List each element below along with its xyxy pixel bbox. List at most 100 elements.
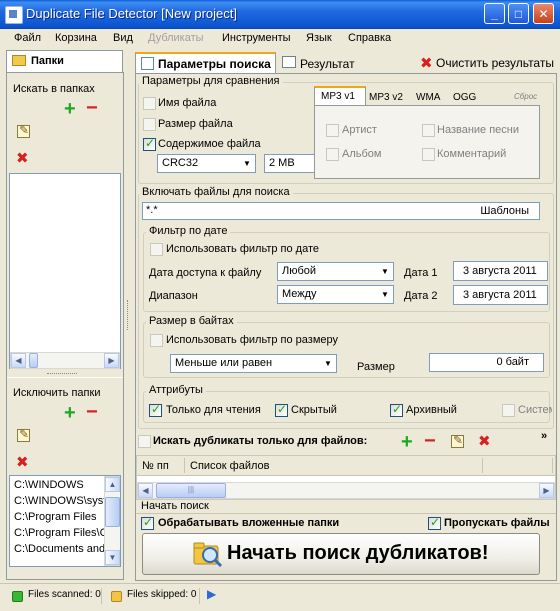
menu-view[interactable]: Вид <box>113 32 133 44</box>
col-no-header[interactable]: № пп <box>142 460 169 472</box>
play-icon[interactable]: ▶ <box>207 587 216 601</box>
list-item[interactable]: C:\Program Files <box>14 511 97 523</box>
filesize-checkbox[interactable] <box>143 118 156 131</box>
menu-file[interactable]: Файл <box>14 32 41 44</box>
minimize-button[interactable]: _ <box>484 3 505 24</box>
exclude-folders-list[interactable]: C:\WINDOWS C:\WINDOWS\syst C:\Program Fi… <box>9 475 121 567</box>
edit-file-icon[interactable] <box>451 433 464 448</box>
vertical-splitter[interactable] <box>127 300 131 330</box>
clear-icon: ✖ <box>420 55 433 72</box>
artist-label: Артист <box>342 124 377 136</box>
tab-search-params[interactable]: Параметры поиска <box>135 52 276 74</box>
search-folders-list[interactable]: ◀ ▶ <box>9 173 121 369</box>
filecontent-checkbox[interactable] <box>143 136 156 151</box>
more-chevron-icon[interactable]: » <box>541 430 547 442</box>
skip-files-checkbox[interactable] <box>428 515 441 530</box>
date2-value: 3 августа 2011 <box>463 289 537 301</box>
size-filter-checkbox[interactable] <box>150 334 163 347</box>
menu-tools[interactable]: Инструменты <box>222 32 291 44</box>
comment-label: Комментарий <box>437 148 507 160</box>
date1-input[interactable]: 3 августа 2011 <box>453 261 548 281</box>
search-folders-hscroll[interactable]: ◀ ▶ <box>10 352 120 369</box>
tab-mp3v2[interactable]: MP3 v2 <box>369 92 403 103</box>
subfolders-checkbox[interactable] <box>141 515 154 530</box>
menu-duplicates[interactable]: Дубликаты <box>148 32 204 44</box>
archive-checkbox[interactable] <box>390 402 403 417</box>
remove-file-icon[interactable]: − <box>424 431 436 451</box>
list-item[interactable]: C:\Program Files\C <box>14 527 108 539</box>
table-icon <box>282 56 296 68</box>
reset-link[interactable]: Сброс <box>514 92 537 101</box>
chevron-down-icon: ▼ <box>324 359 332 368</box>
clear-files-icon[interactable]: ✖ <box>478 432 491 450</box>
add-folder-icon[interactable]: + <box>64 99 76 119</box>
list-item[interactable]: C:\WINDOWS <box>14 479 84 491</box>
access-date-select[interactable]: Любой ▼ <box>277 262 394 281</box>
tab-wma[interactable]: WMA <box>416 92 440 103</box>
files-table[interactable]: № пп Список файлов ◀ ||| ▶ <box>136 455 556 500</box>
app-icon <box>5 6 23 24</box>
date-filter-checkbox[interactable] <box>150 243 163 256</box>
exclude-vscroll[interactable]: ▲ ▼ <box>104 476 120 566</box>
size-label: Размер <box>357 361 395 373</box>
folder-icon <box>12 55 26 66</box>
algorithm-select[interactable]: CRC32 ▼ <box>157 154 256 173</box>
title-bar[interactable]: Duplicate File Detector [New project] _ … <box>0 0 560 29</box>
add-file-icon[interactable]: + <box>401 432 413 452</box>
hidden-checkbox[interactable] <box>275 402 288 417</box>
remove-exclude-icon[interactable]: − <box>86 402 98 422</box>
files-scanned-text: Files scanned: 0 <box>28 589 101 600</box>
filename-checkbox[interactable] <box>143 97 156 110</box>
edit-folder-icon[interactable] <box>17 123 30 138</box>
range-label: Диапазон <box>149 290 198 302</box>
artist-checkbox[interactable] <box>326 124 339 137</box>
size-input[interactable]: 0 байт <box>429 353 544 372</box>
tab-folders[interactable]: Папки <box>6 50 123 73</box>
system-checkbox[interactable] <box>502 404 515 417</box>
tab-ogg[interactable]: OGG <box>453 92 476 103</box>
tab-folders-label: Папки <box>31 55 64 67</box>
menu-language[interactable]: Язык <box>306 32 332 44</box>
status-bar: Files scanned: 0 Files skipped: 0 ▶ <box>0 583 560 611</box>
list-item[interactable]: C:\Documents and <box>14 543 105 555</box>
album-checkbox[interactable] <box>326 148 339 161</box>
clear-folders-icon[interactable]: ✖ <box>16 149 29 167</box>
readonly-checkbox[interactable] <box>149 402 162 417</box>
file-mask-input[interactable]: *.* Шаблоны <box>142 202 540 220</box>
size-comparison-select[interactable]: Меньше или равен ▼ <box>170 354 337 373</box>
templates-button[interactable]: Шаблоны <box>480 205 529 217</box>
tab-results-label: Результат <box>300 57 355 71</box>
skipped-indicator-icon <box>111 591 122 602</box>
clear-results-button[interactable]: ✖ Очистить результаты <box>420 55 560 73</box>
params-icon <box>141 57 154 70</box>
folders-panel: Искать в папках + − ✖ ◀ ▶ Исключить папк… <box>6 72 124 580</box>
menu-help[interactable]: Справка <box>348 32 391 44</box>
col-list-header[interactable]: Список файлов <box>190 460 269 472</box>
comment-checkbox[interactable] <box>422 148 435 161</box>
start-search-button[interactable]: Начать поиск дубликатов! <box>142 533 540 575</box>
date2-input[interactable]: 3 августа 2011 <box>453 285 548 305</box>
menu-bar: Файл Корзина Вид Дубликаты Инструменты Я… <box>0 29 560 49</box>
access-date-value: Любой <box>282 265 317 277</box>
tab-search-params-label: Параметры поиска <box>158 57 271 71</box>
maximize-button[interactable]: □ <box>508 3 529 24</box>
date1-value: 3 августа 2011 <box>463 265 537 277</box>
list-item[interactable]: C:\WINDOWS\syst <box>14 495 106 507</box>
tab-mp3v1[interactable]: MP3 v1 <box>314 86 366 106</box>
close-button[interactable]: ✕ <box>533 3 554 24</box>
date-filter-label: Использовать фильтр по дате <box>166 243 320 255</box>
duplicates-only-checkbox[interactable] <box>138 435 151 448</box>
tab-mp3v1-label: MP3 v1 <box>321 91 355 102</box>
size-filter-label: Использовать фильтр по размеру <box>166 334 339 346</box>
skip-files-label: Пропускать файлы <box>444 517 550 529</box>
songtitle-checkbox[interactable] <box>422 124 435 137</box>
menu-recycle[interactable]: Корзина <box>55 32 97 44</box>
clear-exclude-icon[interactable]: ✖ <box>16 453 29 471</box>
remove-folder-icon[interactable]: − <box>86 98 98 118</box>
tab-results[interactable]: Результат <box>280 55 360 73</box>
files-hscroll[interactable]: ◀ ||| ▶ <box>137 482 555 499</box>
start-search-label: Начать поиск дубликатов! <box>227 542 489 564</box>
edit-exclude-icon[interactable] <box>17 427 30 442</box>
add-exclude-icon[interactable]: + <box>64 403 76 423</box>
range-select[interactable]: Между ▼ <box>277 285 394 304</box>
